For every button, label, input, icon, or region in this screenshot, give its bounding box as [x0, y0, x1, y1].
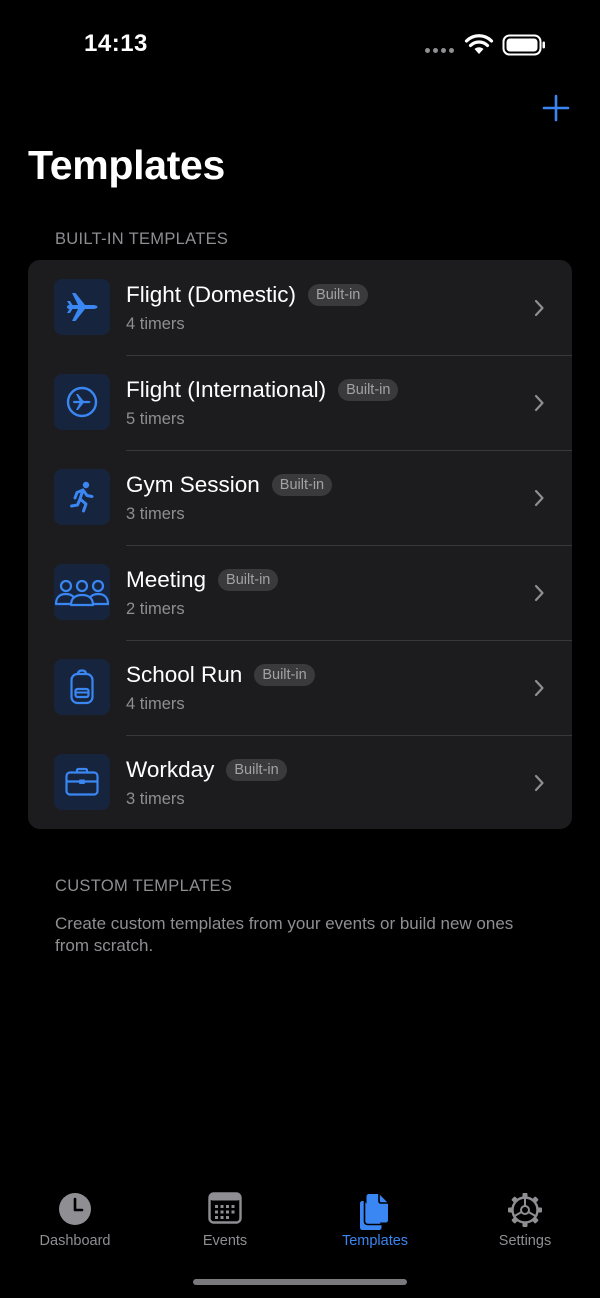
chevron-right-icon — [534, 679, 544, 697]
template-timer-count: 5 timers — [126, 410, 185, 428]
wifi-icon — [464, 34, 494, 54]
template-title: Flight (International) — [126, 377, 327, 402]
template-timer-count: 3 timers — [126, 505, 185, 523]
airplane-icon — [54, 279, 110, 335]
built-in-badge: Built-in — [226, 759, 287, 781]
tab-templates[interactable]: Templates — [300, 1180, 450, 1260]
template-row-flight-domestic[interactable]: Flight (Domestic) Built-in 4 timers — [28, 260, 572, 355]
status-bar: 14:13 — [0, 0, 600, 90]
tab-label: Events — [202, 1233, 248, 1249]
template-row-workday[interactable]: Workday Built-in 3 timers — [28, 735, 572, 829]
people-group-icon — [54, 564, 110, 620]
calendar-icon — [208, 1192, 242, 1224]
template-timer-count: 4 timers — [126, 315, 185, 333]
template-title: Meeting — [126, 567, 207, 592]
custom-section-header: CUSTOM TEMPLATES — [55, 877, 233, 895]
template-title: Gym Session — [126, 472, 260, 497]
gear-icon — [508, 1193, 542, 1227]
template-title: Flight (Domestic) — [126, 282, 297, 307]
built-in-badge: Built-in — [254, 664, 315, 686]
home-indicator — [193, 1279, 407, 1285]
plus-icon — [542, 94, 570, 122]
builtin-section-header: BUILT-IN TEMPLATES — [55, 230, 229, 248]
battery-icon — [502, 34, 545, 56]
tab-settings[interactable]: Settings — [450, 1180, 600, 1260]
tab-dashboard[interactable]: Dashboard — [0, 1180, 150, 1260]
template-title: School Run — [126, 662, 243, 687]
chevron-right-icon — [534, 489, 544, 507]
template-timer-count: 3 timers — [126, 790, 185, 808]
cellular-signal-icon — [425, 48, 454, 53]
tab-events[interactable]: Events — [150, 1180, 300, 1260]
clock-icon — [59, 1193, 91, 1225]
tab-label: Settings — [498, 1233, 552, 1249]
template-row-gym-session[interactable]: Gym Session Built-in 3 timers — [28, 450, 572, 545]
backpack-icon — [54, 659, 110, 715]
template-timer-count: 4 timers — [126, 695, 185, 713]
template-row-school-run[interactable]: School Run Built-in 4 timers — [28, 640, 572, 735]
built-in-badge: Built-in — [271, 474, 333, 496]
template-timer-count: 2 timers — [126, 600, 185, 618]
add-template-button[interactable] — [540, 92, 572, 124]
chevron-right-icon — [534, 584, 544, 602]
running-person-icon — [54, 469, 110, 525]
briefcase-icon — [54, 754, 110, 810]
page-title: Templates — [28, 142, 226, 188]
template-row-flight-international[interactable]: Flight (International) Built-in 5 timers — [28, 355, 572, 450]
built-in-badge: Built-in — [308, 284, 369, 306]
chevron-right-icon — [534, 774, 544, 792]
chevron-right-icon — [534, 394, 544, 412]
builtin-templates-list: Flight (Domestic) Built-in 4 timers Flig… — [28, 260, 572, 829]
airplane-circle-icon — [54, 374, 110, 430]
built-in-badge: Built-in — [218, 569, 279, 591]
built-in-badge: Built-in — [338, 379, 399, 401]
tab-label: Dashboard — [39, 1233, 111, 1249]
custom-templates-description: Create custom templates from your events… — [55, 914, 514, 955]
documents-icon — [360, 1194, 388, 1230]
tab-bar: Dashboard Events Templates Settings — [0, 1180, 600, 1260]
chevron-right-icon — [534, 299, 544, 317]
template-title: Workday — [126, 757, 215, 782]
template-row-meeting[interactable]: Meeting Built-in 2 timers — [28, 545, 572, 640]
tab-label: Templates — [341, 1233, 409, 1249]
status-time: 14:13 — [84, 30, 148, 57]
